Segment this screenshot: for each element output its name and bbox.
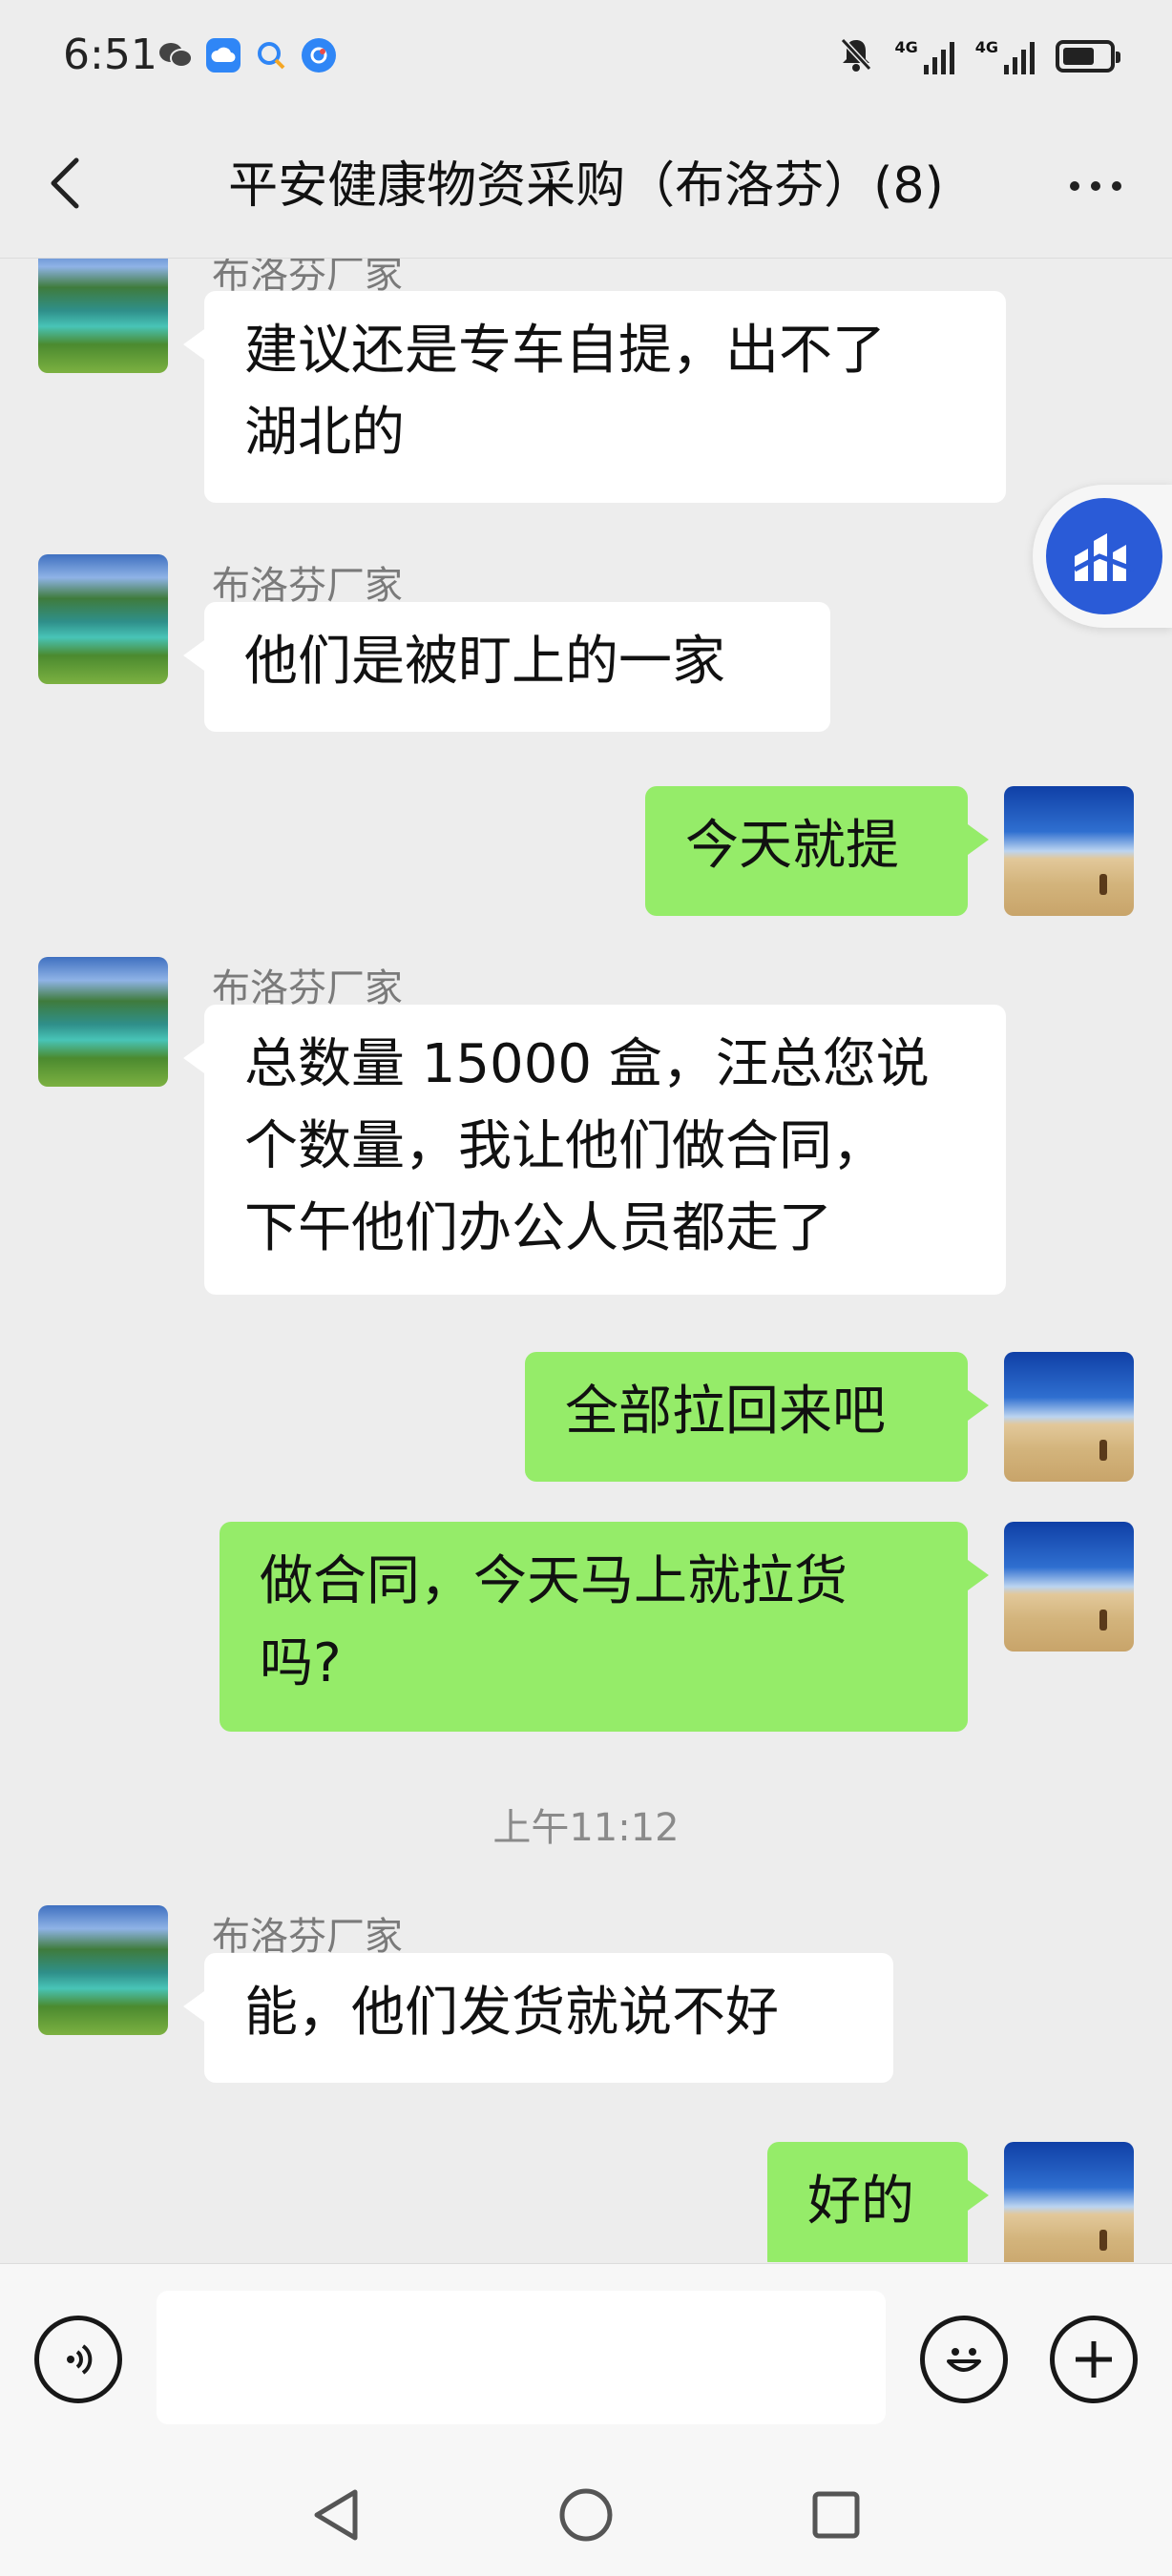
voice-input-button[interactable] [34, 2316, 122, 2403]
triangle-back-icon [314, 2489, 358, 2541]
emoji-icon [947, 2348, 981, 2372]
message-bubble[interactable]: 做合同，今天马上就拉货 吗? [220, 1522, 989, 1732]
chat-title: 平安健康物资采购（布洛芬）(8) [228, 157, 944, 215]
more-options-button[interactable] [1057, 162, 1134, 210]
back-button[interactable] [36, 145, 94, 221]
sender-avatar[interactable] [38, 957, 168, 1087]
sender-avatar[interactable] [38, 259, 168, 373]
message-timestamp: 上午11:12 [492, 1806, 680, 1850]
message-bubble[interactable]: 建议还是专车自提，出不了 湖北的 [183, 291, 1006, 503]
plus-icon [1076, 2341, 1112, 2378]
chat-header: 平安健康物资采购（布洛芬）(8) [0, 114, 1172, 259]
status-app-icons [158, 38, 336, 73]
message-bubble[interactable]: 他们是被盯上的一家 [183, 602, 830, 732]
voice-icon [67, 2344, 93, 2375]
nav-back-button[interactable] [298, 2477, 374, 2553]
nav-recents-button[interactable] [798, 2477, 874, 2553]
signal-strength-icon-2: 4G [975, 38, 1035, 74]
circle-home-icon [559, 2488, 613, 2542]
my-avatar[interactable] [1004, 786, 1134, 916]
search-app-icon [254, 38, 288, 73]
my-avatar[interactable] [1004, 1352, 1134, 1482]
floating-assistant-button[interactable] [1033, 485, 1172, 628]
message-list[interactable]: 布洛芬厂家 建议还是专车自提，出不了 湖北的 布洛芬厂家 他们是被盯上的一家 今… [0, 259, 1172, 2262]
square-recents-icon [812, 2491, 860, 2539]
wechat-notification-icon [158, 38, 193, 73]
system-nav-bar [0, 2454, 1172, 2576]
more-dot-icon [1070, 181, 1079, 191]
my-avatar[interactable] [1004, 1522, 1134, 1652]
message-bubble[interactable]: 今天就提 [645, 786, 989, 916]
status-indicators: 4G 4G [839, 36, 1120, 76]
cloud-notification-icon [206, 38, 241, 73]
message-bubble[interactable]: 全部拉回来吧 [525, 1352, 989, 1482]
chevron-left-icon [51, 157, 79, 209]
browser-app-icon [302, 38, 336, 73]
status-bar: 6:51 4G 4G [0, 0, 1172, 114]
status-time: 6:51 [63, 31, 157, 79]
sender-avatar[interactable] [38, 554, 168, 684]
battery-icon [1056, 40, 1120, 73]
sender-avatar[interactable] [38, 1905, 168, 2035]
message-bubble[interactable]: 能，他们发货就说不好 [183, 1953, 893, 2083]
my-avatar[interactable] [1004, 2142, 1134, 2262]
message-bubble[interactable]: 好的 [767, 2142, 989, 2262]
input-bar [0, 2263, 1172, 2455]
network-type-label: 4G [974, 38, 998, 56]
mute-icon [839, 36, 873, 76]
message-input[interactable] [157, 2291, 886, 2424]
bar-chart-icon [1046, 498, 1162, 614]
emoji-button[interactable] [920, 2316, 1008, 2403]
more-dot-icon [1091, 181, 1100, 191]
nav-home-button[interactable] [548, 2477, 624, 2553]
signal-strength-icon-1: 4G [894, 38, 954, 74]
add-more-button[interactable] [1050, 2316, 1138, 2403]
network-type-label: 4G [894, 38, 918, 56]
more-dot-icon [1112, 181, 1121, 191]
message-bubble[interactable]: 总数量 15000 盒，汪总您说 个数量，我让他们做合同， 下午他们办公人员都走… [183, 1005, 1006, 1295]
